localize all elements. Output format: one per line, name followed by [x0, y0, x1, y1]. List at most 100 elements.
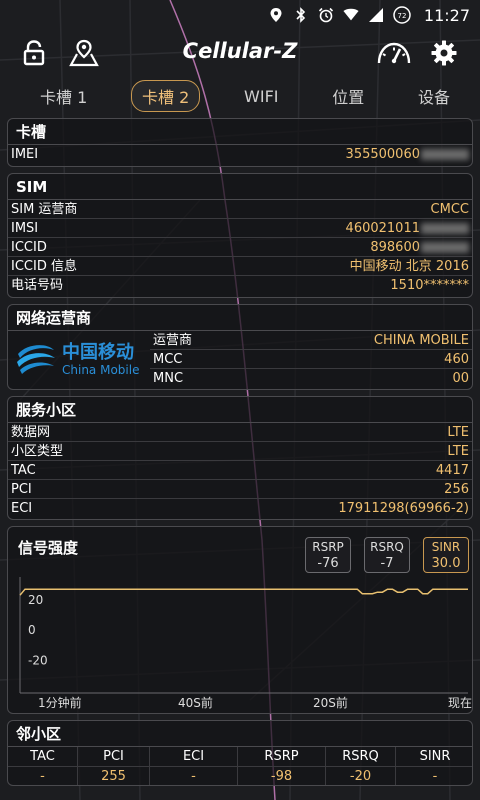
row-value: LTE [447, 444, 469, 459]
bluetooth-icon [293, 7, 309, 23]
app-root: 72 11:27 Cellular-Z 卡槽 1 卡槽 2 WIFI 位置 设备… [0, 0, 480, 800]
signal-card: 信号强度 RSRP -76 RSRQ -7 SINR 30.0 20 0 -20 1分… [7, 526, 473, 714]
table-cell: - [8, 767, 78, 785]
battery-icon: 72 [393, 6, 411, 24]
row-label: 电话号码 [11, 278, 64, 293]
row-label: MCC [153, 352, 183, 367]
signal-chart: 20 0 -20 1分钟前 40S前 20S前 现在 [19, 577, 472, 710]
tab-slot-1[interactable]: 卡槽 1 [30, 81, 97, 111]
sim-operator-row: SIM 运营商 CMCC [8, 200, 472, 219]
sinr-badge[interactable]: SINR 30.0 [423, 537, 469, 573]
column-header: ECI [150, 747, 238, 767]
operator-rows: 运营商 CHINA MOBILE MCC 460 MNC 00 [150, 331, 472, 389]
row-label: 数据网 [11, 425, 51, 440]
status-bar: 72 11:27 [0, 0, 480, 30]
row-label: TAC [11, 463, 36, 478]
sim-card-title: SIM [8, 174, 472, 200]
row-value-wrap: 460021011 [346, 219, 469, 237]
column-header: RSRQ [326, 747, 396, 767]
row-label: SIM 运营商 [11, 202, 78, 217]
location-pin-icon [268, 7, 284, 23]
imei-row: IMEI 355500060 [8, 145, 472, 164]
tab-location[interactable]: 位置 [322, 81, 374, 111]
china-mobile-logo: 中国移动 China Mobile [8, 331, 150, 389]
iccid-info-row: ICCID 信息 中国移动 北京 2016 [8, 257, 472, 276]
phone-number-row: 电话号码 1510******* [8, 276, 472, 295]
battery-level-text: 72 [397, 12, 406, 20]
x-tick-label: 20S前 [313, 695, 348, 710]
x-tick-label: 现在 [448, 696, 472, 710]
lock-icon[interactable] [18, 37, 50, 69]
tab-device[interactable]: 设备 [408, 81, 460, 111]
serving-cell-card: 服务小区 数据网 LTE 小区类型 LTE TAC 4417 PCI 256 E… [7, 396, 473, 520]
row-value: 17911298(69966-2) [338, 501, 469, 516]
table-row: - 255 - -98 -20 - [8, 767, 472, 785]
redacted-blur [421, 223, 469, 234]
rsrq-badge[interactable]: RSRQ -7 [364, 537, 410, 573]
y-tick-label: -20 [28, 654, 48, 668]
speedometer-icon[interactable] [374, 37, 414, 69]
operator-body: 中国移动 China Mobile 运营商 CHINA MOBILE MCC 4… [8, 331, 472, 389]
operator-card: 网络运营商 中国移动 China Mobile 运营商 CHINA MOBILE [7, 304, 473, 390]
row-value: 898600 [370, 240, 420, 255]
column-header: PCI [78, 747, 150, 767]
status-time: 11:27 [423, 5, 470, 25]
neighbor-card: 邻小区 TAC PCI ECI RSRP RSRQ SINR - 255 - -… [7, 720, 473, 786]
y-tick-label: 0 [28, 623, 36, 637]
carrier-row: 运营商 CHINA MOBILE [150, 331, 472, 350]
china-mobile-swirl-icon [17, 345, 55, 374]
table-cell: - [150, 767, 238, 785]
row-value: 中国移动 北京 2016 [349, 259, 469, 274]
row-value: 4417 [435, 463, 469, 478]
row-label: PCI [11, 482, 32, 497]
wifi-signal-icon [343, 7, 359, 23]
row-value: LTE [447, 425, 469, 440]
table-cell: -98 [238, 767, 326, 785]
tab-wifi[interactable]: WIFI [234, 84, 288, 109]
redacted-blur [421, 242, 469, 253]
row-value: 00 [452, 371, 469, 386]
badge-value: -76 [317, 556, 339, 571]
cell-type-row: 小区类型 LTE [8, 442, 472, 461]
logo-text: 中国移动 China Mobile [62, 344, 140, 377]
tab-slot-2[interactable]: 卡槽 2 [131, 80, 201, 112]
mcc-row: MCC 460 [150, 350, 472, 369]
column-header: SINR [419, 749, 451, 764]
badge-label: RSRQ [370, 540, 404, 554]
tab-bar: 卡槽 1 卡槽 2 WIFI 位置 设备 [0, 76, 480, 116]
eci-row: ECI 17911298(69966-2) [8, 499, 472, 518]
redacted-blur [421, 149, 469, 160]
logo-en: China Mobile [62, 363, 140, 377]
row-label: 运营商 [153, 333, 193, 348]
row-label: ICCID 信息 [11, 259, 77, 274]
settings-gear-icon[interactable] [428, 37, 460, 69]
column-header: TAC [8, 747, 78, 767]
row-value: 256 [444, 482, 469, 497]
rsrp-badge[interactable]: RSRP -76 [305, 537, 351, 573]
cell-signal-icon [368, 7, 384, 23]
neighbor-card-title: 邻小区 [8, 721, 472, 747]
mnc-row: MNC 00 [150, 369, 472, 388]
row-value: 1510******* [390, 278, 469, 293]
sinr-series-line [19, 588, 468, 596]
badge-value: 30.0 [431, 556, 461, 571]
x-tick-label: 40S前 [178, 695, 213, 710]
data-network-row: 数据网 LTE [8, 423, 472, 442]
pci-row: PCI 256 [8, 480, 472, 499]
row-value: 460 [444, 352, 469, 367]
operator-card-title: 网络运营商 [8, 305, 472, 331]
signal-title: 信号强度 [18, 539, 79, 557]
row-label: ICCID [11, 240, 47, 255]
badge-label: SINR [431, 540, 461, 554]
imsi-row: IMSI 460021011 [8, 219, 472, 238]
row-value: CHINA MOBILE [373, 333, 469, 348]
row-value-wrap: 898600 [370, 238, 469, 256]
row-label: ECI [11, 501, 33, 516]
tac-row: TAC 4417 [8, 461, 472, 480]
x-tick-label: 1分钟前 [38, 695, 82, 710]
map-location-icon[interactable] [68, 37, 100, 69]
y-tick-label: 20 [28, 593, 43, 607]
badge-label: RSRP [312, 540, 344, 554]
alarm-icon [318, 7, 334, 23]
imei-label: IMEI [11, 147, 39, 162]
